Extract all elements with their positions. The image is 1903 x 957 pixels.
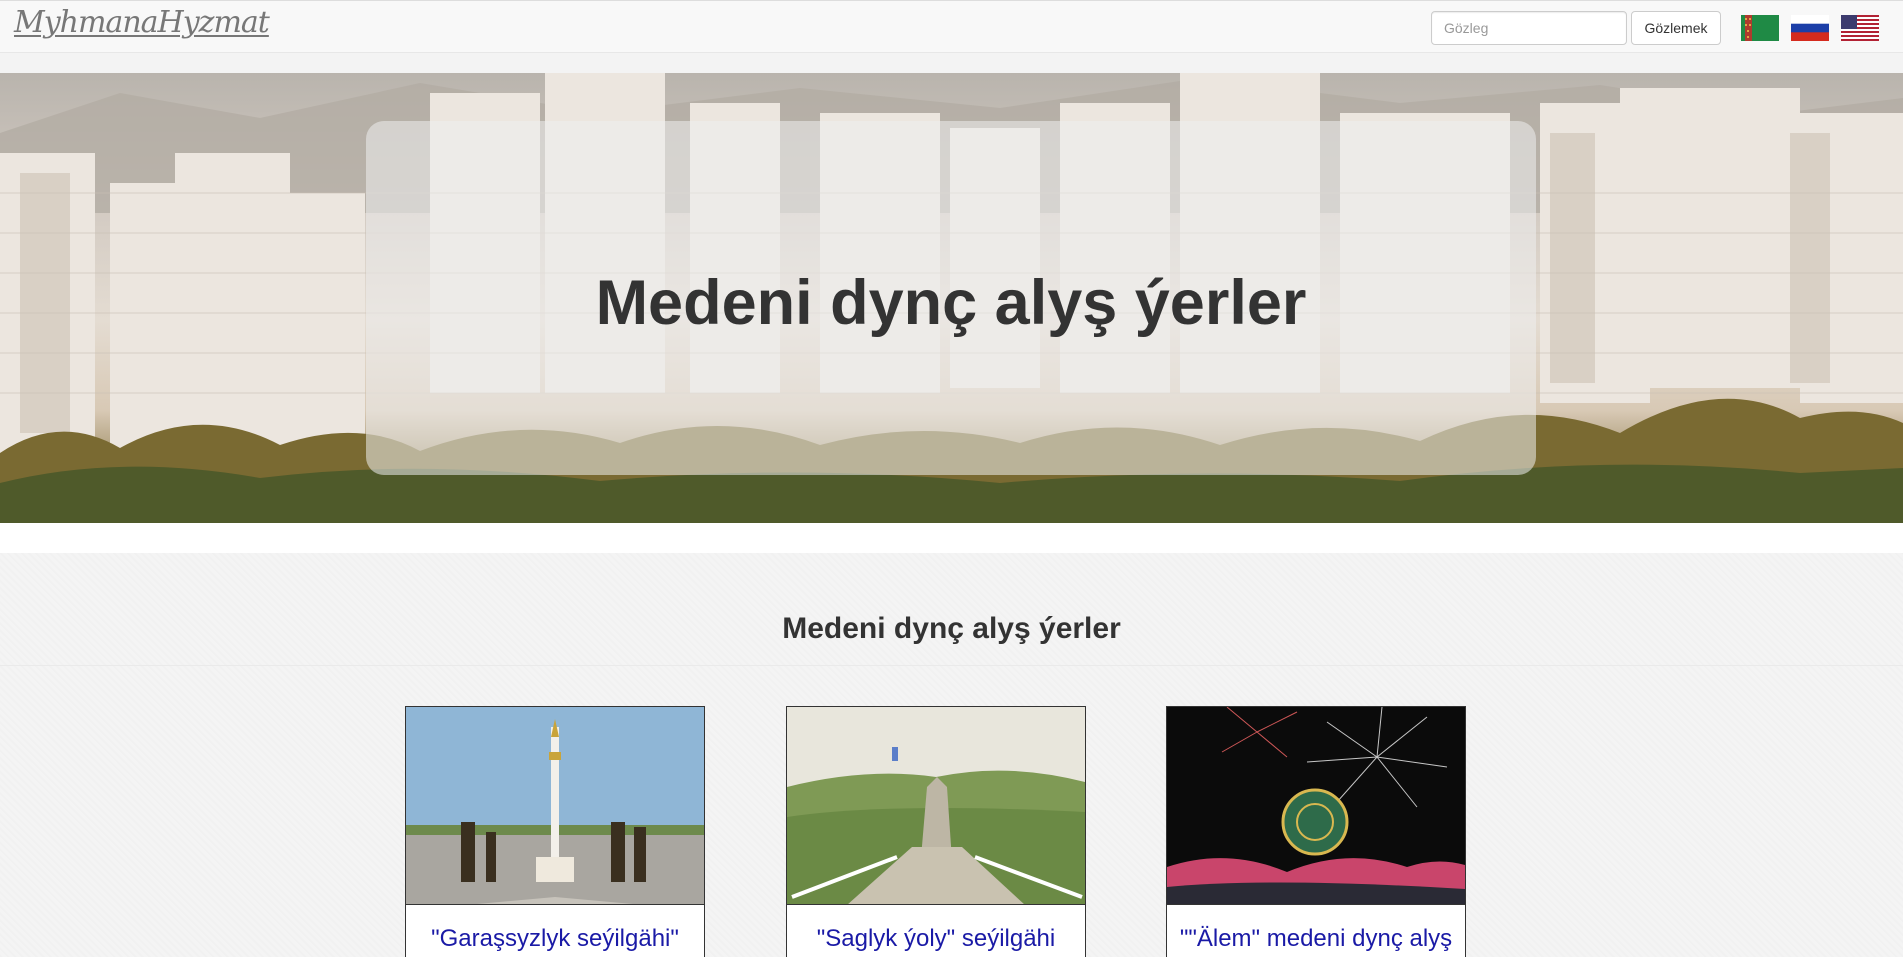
top-navbar: MyhmanaHyzmat Gözlemek xyxy=(0,0,1903,53)
hero-overlay-panel: Medeni dynç alyş ýerler xyxy=(366,121,1536,475)
place-card[interactable]: "Saglyk ýoly" seýilgähi xyxy=(786,706,1086,957)
card-title-link[interactable]: "Saglyk ýoly" seýilgähi xyxy=(787,925,1085,954)
alem-fireworks-photo[interactable] xyxy=(1167,707,1465,905)
russian-flag-icon[interactable] xyxy=(1791,15,1829,41)
place-card[interactable]: ""Älem" medeni dynç alyş xyxy=(1166,706,1466,957)
card-title-link[interactable]: ""Älem" medeni dynç alyş xyxy=(1167,925,1465,954)
independence-park-photo[interactable] xyxy=(406,707,704,905)
turkmen-flag-icon[interactable] xyxy=(1741,15,1779,41)
places-section: Medeni dynç alyş ýerler "Garaşsyzlyk seý… xyxy=(0,553,1903,957)
card-title-link[interactable]: "Garaşsyzlyk seýilgähi" xyxy=(406,925,704,954)
brand-logo[interactable]: MyhmanaHyzmat xyxy=(14,5,270,40)
spacer-strip xyxy=(0,523,1903,553)
section-divider xyxy=(0,665,1903,666)
hero-banner: Medeni dynç alyş ýerler xyxy=(0,73,1903,523)
place-card[interactable]: "Garaşsyzlyk seýilgähi" xyxy=(405,706,705,957)
search-button[interactable]: Gözlemek xyxy=(1631,11,1721,45)
health-path-photo[interactable] xyxy=(787,707,1085,905)
section-title: Medeni dynç alyş ýerler xyxy=(782,612,1121,645)
hero-title: Medeni dynç alyş ýerler xyxy=(595,268,1307,338)
us-flag-icon[interactable] xyxy=(1841,15,1879,41)
search-input[interactable] xyxy=(1431,11,1627,45)
